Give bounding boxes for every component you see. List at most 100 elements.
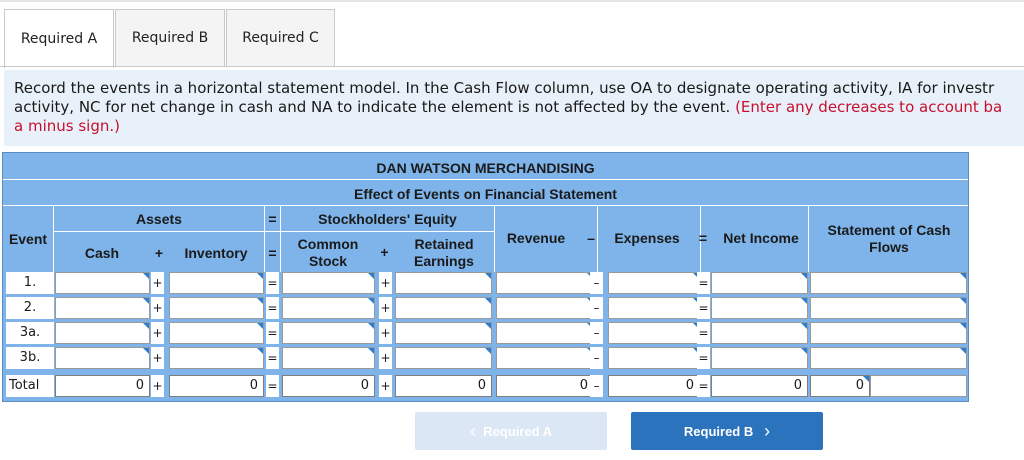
entry-input[interactable] <box>810 322 967 344</box>
entry-input[interactable] <box>810 347 967 369</box>
entry-input[interactable] <box>282 347 375 369</box>
input-marker-icon <box>485 323 491 329</box>
header-plus: + <box>380 244 389 260</box>
tab-required-a[interactable]: Required A <box>4 9 114 68</box>
entry-input[interactable] <box>711 347 808 369</box>
divider <box>54 231 494 232</box>
instructions-warning: (Enter any decreases to account ba <box>735 98 1003 116</box>
operator: + <box>379 322 392 344</box>
instructions-text: activity, NC for net change in cash and … <box>14 98 731 116</box>
operator: + <box>151 272 164 294</box>
entry-input[interactable] <box>395 297 492 319</box>
operator: + <box>151 375 164 397</box>
prev-button[interactable]: ‹ Required A <box>415 412 607 450</box>
operator: = <box>266 272 279 294</box>
input-marker-icon <box>960 348 966 354</box>
entry-input[interactable] <box>55 297 150 319</box>
statement-model-table: DAN WATSON MERCHANDISING Effect of Event… <box>2 152 969 402</box>
total-cell: 0 <box>608 375 700 397</box>
entry-input[interactable] <box>496 297 594 319</box>
next-label: Required B <box>683 423 754 439</box>
operator: + <box>379 375 392 397</box>
header-stockholders-equity: Stockholders' Equity <box>318 211 457 227</box>
entry-input[interactable] <box>810 297 967 319</box>
divider <box>3 205 968 206</box>
entry-input[interactable] <box>608 347 700 369</box>
operator: = <box>266 322 279 344</box>
operator: – <box>590 272 603 294</box>
instructions-line-1: Record the events in a horizontal statem… <box>14 79 995 97</box>
instructions-warning-cont: a minus sign.) <box>14 117 120 135</box>
header-plus: + <box>154 245 164 261</box>
tab-label: Required A <box>20 31 98 47</box>
entry-input[interactable] <box>55 347 150 369</box>
top-divider <box>0 0 1024 2</box>
header-assets: Assets <box>136 211 182 227</box>
operator: + <box>379 297 392 319</box>
entry-input[interactable] <box>608 297 700 319</box>
header-equals: = <box>268 211 277 227</box>
entry-input[interactable] <box>395 272 492 294</box>
entry-input[interactable] <box>711 272 808 294</box>
entry-input[interactable] <box>810 272 967 294</box>
instructions-panel: Record the events in a horizontal statem… <box>4 70 1024 146</box>
operator: = <box>697 375 710 397</box>
input-marker-icon <box>257 298 263 304</box>
next-button[interactable]: Required B › <box>631 412 823 450</box>
input-marker-icon <box>257 273 263 279</box>
entry-input[interactable] <box>55 322 150 344</box>
entry-input[interactable] <box>870 375 967 397</box>
entry-input[interactable] <box>711 297 808 319</box>
event-label: 2. <box>6 297 54 319</box>
entry-input[interactable] <box>608 272 700 294</box>
entry-input[interactable] <box>282 272 375 294</box>
input-marker-icon <box>801 348 807 354</box>
entry-input[interactable] <box>608 322 700 344</box>
tab-label: Required C <box>242 30 319 46</box>
operator: + <box>379 347 392 369</box>
operator: = <box>697 297 710 319</box>
input-marker-icon <box>960 323 966 329</box>
input-marker-icon <box>801 323 807 329</box>
header-equals: = <box>268 245 277 261</box>
entry-input[interactable] <box>395 347 492 369</box>
entry-input[interactable] <box>395 322 492 344</box>
operator: – <box>590 322 603 344</box>
header-revenue: Revenue <box>506 230 566 246</box>
tab-required-b[interactable]: Required B <box>115 9 225 66</box>
operator: + <box>151 322 164 344</box>
entry-input[interactable] <box>169 297 264 319</box>
total-label: Total <box>6 375 54 397</box>
operator: = <box>697 272 710 294</box>
chevron-left-icon: ‹ <box>469 420 476 441</box>
input-marker-icon <box>801 298 807 304</box>
input-marker-icon <box>257 323 263 329</box>
input-marker-icon <box>485 298 491 304</box>
header-cash-flows: Statement of Cash Flows <box>827 222 951 255</box>
operator: – <box>590 347 603 369</box>
operator: = <box>266 347 279 369</box>
tab-required-c[interactable]: Required C <box>226 9 335 66</box>
entry-input[interactable] <box>282 297 375 319</box>
total-cell: 0 <box>496 375 594 397</box>
header-equals: = <box>698 230 708 246</box>
entry-input[interactable] <box>282 322 375 344</box>
input-marker-icon <box>143 273 149 279</box>
entry-input[interactable] <box>169 322 264 344</box>
entry-input[interactable] <box>55 272 150 294</box>
total-cell: 0 <box>711 375 808 397</box>
entry-input[interactable] <box>496 347 594 369</box>
input-marker-icon <box>143 298 149 304</box>
entry-input[interactable] <box>169 347 264 369</box>
entry-input[interactable] <box>496 272 594 294</box>
entry-input[interactable] <box>496 322 594 344</box>
total-cell: 0 <box>169 375 264 397</box>
entry-input[interactable] <box>711 322 808 344</box>
entry-input[interactable] <box>169 272 264 294</box>
operator: – <box>590 297 603 319</box>
operator: = <box>266 297 279 319</box>
event-label: 1. <box>6 272 54 294</box>
input-marker-icon <box>143 348 149 354</box>
header-net-income: Net Income <box>723 230 799 246</box>
divider <box>3 179 968 180</box>
